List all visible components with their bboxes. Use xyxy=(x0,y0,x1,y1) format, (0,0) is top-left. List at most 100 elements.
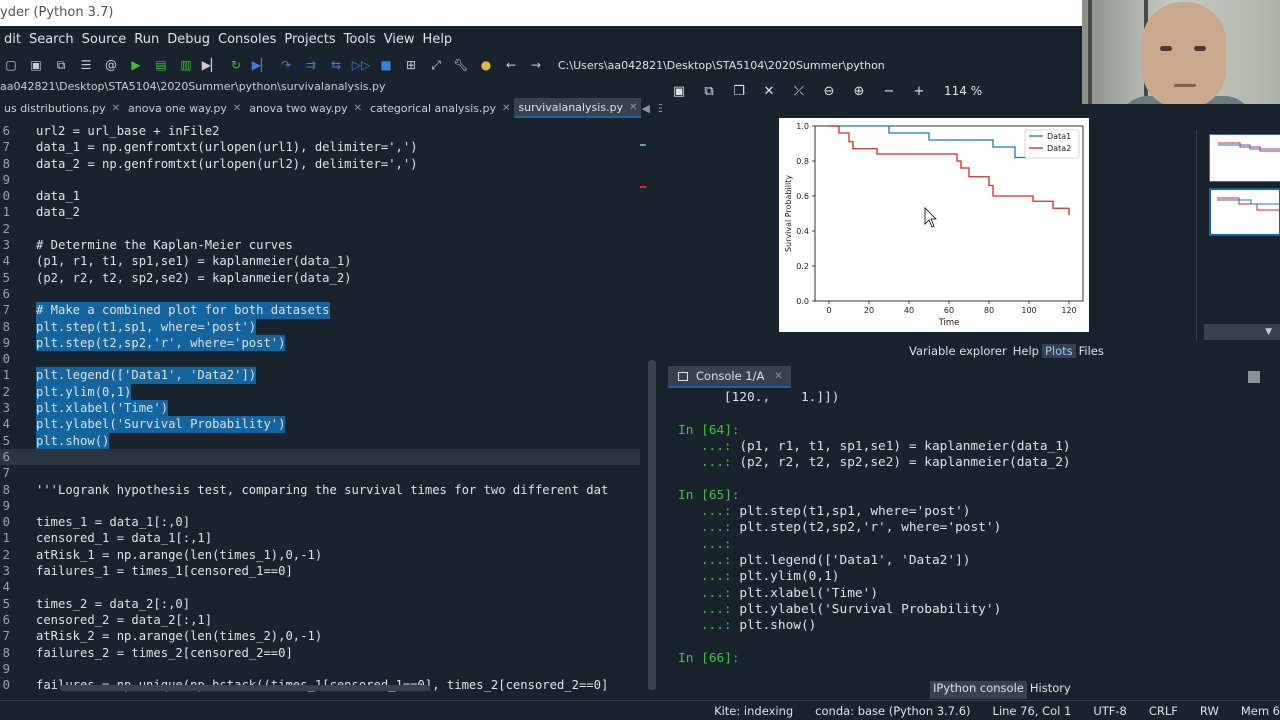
code-text: plt.xlabel('Time') xyxy=(36,400,169,417)
plot-thumbnail-selected[interactable] xyxy=(1209,188,1280,236)
save-icon[interactable]: ▣ xyxy=(25,55,47,75)
close-icon[interactable]: ✕ xyxy=(629,102,637,113)
editor-tab[interactable]: anova one way.py ✕ xyxy=(124,102,245,115)
editor-vertical-scrollbar[interactable] xyxy=(648,360,656,690)
code-line: 9 xyxy=(0,661,640,677)
fullscreen-icon[interactable]: ⤢ xyxy=(425,55,447,75)
step-into-icon[interactable]: ⇉ xyxy=(300,55,322,75)
menu-item[interactable]: Source xyxy=(78,32,131,47)
zoom-out-icon[interactable]: − xyxy=(878,84,900,99)
menu-item[interactable]: Debug xyxy=(163,32,214,47)
run-cell-advance-icon[interactable]: ▥ xyxy=(175,55,197,75)
console-bottom-tab[interactable]: IPython console xyxy=(930,681,1027,699)
pane-tab[interactable]: Variable explorer xyxy=(906,344,1010,358)
close-icon[interactable]: ✕ xyxy=(233,103,241,114)
continuation-prompt: ...: xyxy=(670,536,740,552)
continue-icon[interactable]: ▷▷ xyxy=(350,55,372,75)
previous-plot-icon[interactable]: ⊖ xyxy=(818,84,840,99)
run-cell-icon[interactable]: ▤ xyxy=(150,55,172,75)
menu-item[interactable]: Help xyxy=(419,32,457,47)
tab-menu-icon[interactable]: ☰ xyxy=(658,102,662,115)
webcam-eye-right xyxy=(1194,46,1206,51)
editor-tab-bar: us distributions.py ✕ anova one way.py ✕ ano… xyxy=(0,98,662,118)
editor-tab[interactable]: anova two way.py ✕ xyxy=(245,102,366,115)
conda-status[interactable]: conda: base (Python 3.7.6) xyxy=(815,704,970,718)
working-directory[interactable]: C:\Users\aa042821\Desktop\STA5104\2020Su… xyxy=(558,59,885,72)
next-plot-icon[interactable]: ⊕ xyxy=(848,84,870,99)
line-number: 5 xyxy=(2,596,10,611)
python-icon[interactable]: ● xyxy=(475,55,497,75)
editor-tab-active[interactable]: survivalanalysis.py ✕ xyxy=(514,98,642,118)
rerun-icon[interactable]: ↻ xyxy=(225,55,247,75)
menu-item[interactable]: Projects xyxy=(280,32,339,47)
editor-horizontal-scrollbar[interactable] xyxy=(60,685,430,691)
step-return-icon[interactable]: ⇆ xyxy=(325,55,347,75)
pane-tab[interactable]: Plots xyxy=(1041,344,1076,358)
close-icon[interactable]: ✕ xyxy=(112,103,120,114)
forward-arrow-icon[interactable]: → xyxy=(525,55,547,75)
pane-tab[interactable]: Help xyxy=(1010,344,1042,358)
line-number: 9 xyxy=(2,661,10,676)
ipython-console[interactable]: [120., 1.]]) In [64]: ...: (p1, r1, t1, s… xyxy=(670,390,1270,680)
menu-item[interactable]: Tools xyxy=(340,32,380,47)
wrench-icon[interactable]: 🔧︎ xyxy=(450,55,472,75)
stop-kernel-icon[interactable] xyxy=(1248,371,1260,383)
menu-item[interactable]: Consoles xyxy=(214,32,280,47)
menu-item[interactable]: Run xyxy=(130,32,163,47)
line-number: 9 xyxy=(2,172,10,187)
close-icon[interactable]: ✕ xyxy=(502,103,510,114)
continuation-prompt: ...: xyxy=(670,455,740,471)
code-line: 3 plt.xlabel('Time') xyxy=(0,400,640,417)
console-scrollbar[interactable] xyxy=(1266,390,1272,680)
new-file-icon[interactable]: ▢ xyxy=(0,55,22,75)
step-icon[interactable]: ↷ xyxy=(275,55,297,75)
code-editor[interactable]: 6 url2 = url_base + inFile2 7 data_1 = np.g… xyxy=(0,120,662,700)
km-figure[interactable]: 0 20 40 60 80 100 120 0.0 0.2 0.4 0.6 0.8 1.0 Time Sur… xyxy=(779,118,1089,332)
copy-plot-icon[interactable]: ❐ xyxy=(728,84,750,99)
console-tab[interactable]: Console 1/A ✕ xyxy=(668,366,791,388)
menu-item[interactable]: Search xyxy=(25,32,78,47)
console-code: (p1, r1, t1, sp1,se1) = kaplanmeier(data… xyxy=(739,438,1071,454)
chevron-left-icon[interactable]: ◀ xyxy=(641,102,649,115)
code-text: url2 = url_base + inFile2 xyxy=(36,124,220,138)
menu-item[interactable]: dit xyxy=(0,32,25,47)
zoom-in-icon[interactable]: + xyxy=(908,84,930,99)
line-number: 0 xyxy=(2,678,10,693)
thumbnail-scroll-down[interactable]: ▼ xyxy=(1204,324,1280,340)
line-number: 9 xyxy=(2,498,10,513)
close-icon[interactable]: ✕ xyxy=(774,371,782,382)
close-plot-icon[interactable]: ✕ xyxy=(758,84,780,99)
back-arrow-icon[interactable]: ← xyxy=(500,55,522,75)
editor-tab[interactable]: us distributions.py ✕ xyxy=(0,102,124,115)
editor-tab-label: us distributions.py xyxy=(4,101,106,115)
stop-debug-icon[interactable]: ■ xyxy=(375,55,397,75)
console-line: ...: plt.show() xyxy=(670,618,1270,634)
pane-tab[interactable]: Files xyxy=(1076,344,1107,358)
file-list-icon[interactable]: ☰ xyxy=(75,55,97,75)
maximize-pane-icon[interactable]: ⊞ xyxy=(400,55,422,75)
line-number: 2 xyxy=(2,547,10,562)
code-text: plt.legend(['Data1', 'Data2']) xyxy=(36,367,257,384)
x-tick-label: 120 xyxy=(1061,306,1076,315)
line-number: 1 xyxy=(2,368,10,383)
kite-status[interactable]: Kite: indexing xyxy=(714,704,793,718)
code-line: 0 times_1 = data_1[:,0] xyxy=(0,514,640,530)
run-selection-icon[interactable]: ▶▏ xyxy=(200,55,222,75)
save-plot-icon[interactable]: ▣ xyxy=(668,84,690,99)
run-icon[interactable]: ▶ xyxy=(125,55,147,75)
continuation-prompt: ...: xyxy=(670,569,740,585)
at-icon[interactable]: @ xyxy=(100,55,122,75)
plot-thumbnail[interactable] xyxy=(1209,134,1280,182)
code-line: 3 # Determine the Kaplan-Meier curves xyxy=(0,237,640,253)
menu-item[interactable]: View xyxy=(380,32,419,47)
close-all-plots-icon[interactable]: ⤫ xyxy=(788,84,810,99)
save-all-icon[interactable]: ⧉ xyxy=(50,55,72,75)
close-icon[interactable]: ✕ xyxy=(354,103,362,114)
code-line: 2 xyxy=(0,221,640,237)
save-all-plots-icon[interactable]: ⧉ xyxy=(698,84,720,99)
code-line: 4 (p1, r1, t1, sp1,se1) = kaplanmeier(dat… xyxy=(0,253,640,269)
debug-icon[interactable]: ▶▏ xyxy=(250,55,272,75)
editor-tab[interactable]: categorical analysis.py ✕ xyxy=(366,102,514,115)
console-bottom-tab[interactable]: History xyxy=(1027,681,1074,699)
code-line: 8 '''Logrank hypothesis test, comparing t… xyxy=(0,482,640,498)
